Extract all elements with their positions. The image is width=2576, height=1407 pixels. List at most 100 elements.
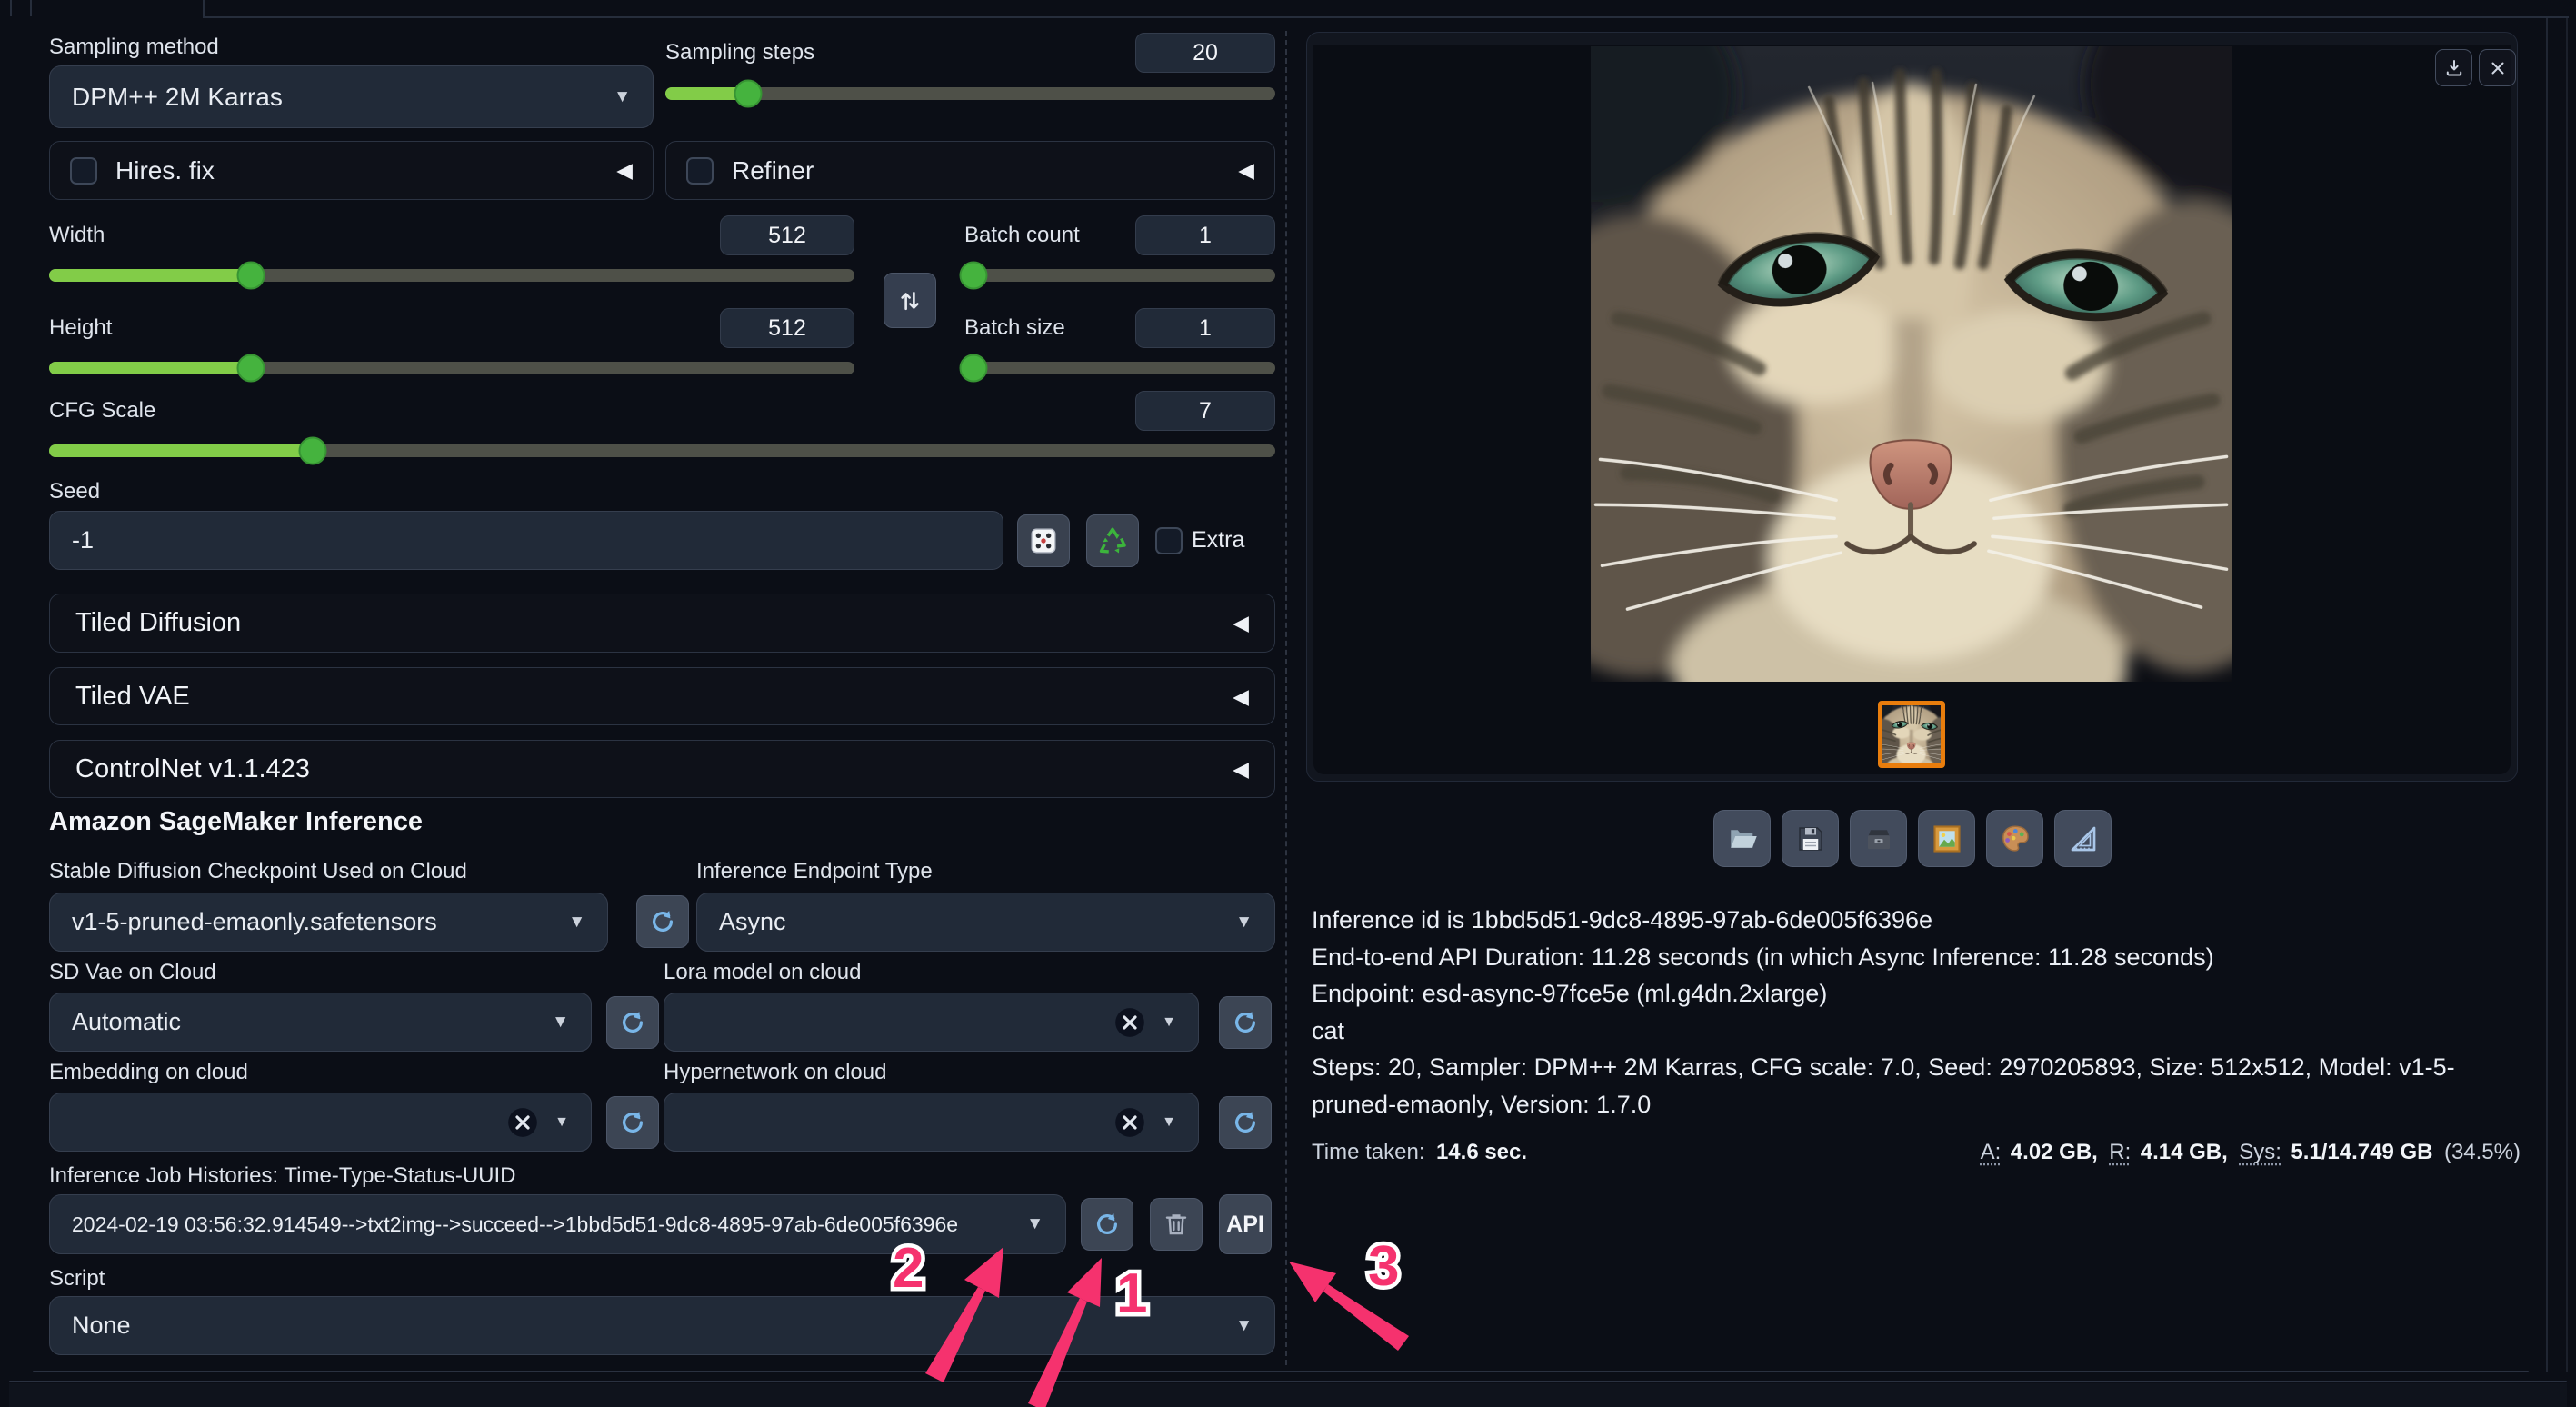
accordion-collapse-icon[interactable]: ◀ [1233,611,1249,635]
mem-sys-label: Sys: [2239,1140,2281,1164]
refresh-lora-button[interactable] [1219,996,1272,1049]
width-slider[interactable] [49,269,854,282]
left-panel-bottom-border [33,1371,2529,1372]
right-column-edge [2546,18,2548,1372]
batch-count-slider[interactable] [964,269,1275,282]
height-input[interactable]: 512 [720,308,854,348]
refresh-sd-vae-button[interactable] [606,996,659,1049]
refresh-hypernetwork-button[interactable] [1219,1096,1272,1149]
height-slider-handle[interactable] [236,354,265,383]
batch-size-input[interactable]: 1 [1135,308,1275,348]
script-dropdown[interactable]: None ▼ [49,1296,1275,1355]
save-zip-button[interactable] [1850,810,1907,867]
tab-bar-underline [203,16,2569,18]
controlnet-accordion[interactable]: ControlNet v1.1.423 ◀ [49,740,1275,798]
height-slider[interactable] [49,362,854,374]
refiner-checkbox[interactable] [686,157,714,185]
cfg-scale-slider[interactable] [49,444,1275,457]
delete-job-button[interactable] [1150,1198,1203,1251]
seed-input[interactable]: -1 [49,511,1003,570]
open-folder-button[interactable] [1713,810,1771,867]
width-input[interactable]: 512 [720,215,854,255]
swap-vertical-icon [896,287,924,314]
page-scrollbar[interactable] [2566,18,2568,1372]
batch-size-slider-handle[interactable] [960,354,988,383]
tiled-diffusion-accordion[interactable]: Tiled Diffusion ◀ [49,594,1275,653]
performance-row: Time taken: 14.6 sec. A: 4.02 GB, R: 4.1… [1312,1140,2521,1165]
thumbnail-image [1882,705,1941,763]
selected-tab-edge-left [30,0,32,16]
batch-size-slider[interactable] [964,362,1275,374]
extra-seed-checkbox[interactable] [1155,527,1183,554]
hires-fix-accordion[interactable]: Hires. fix ◀ [49,141,654,200]
refresh-icon [649,908,676,935]
generation-params-line: Steps: 20, Sampler: DPM++ 2M Karras, CFG… [1312,1049,2530,1123]
sampling-steps-slider[interactable] [665,87,1275,100]
sampling-steps-label: Sampling steps [665,40,814,65]
send-to-inpaint-button[interactable] [1986,810,2043,867]
save-image-button[interactable] [1782,810,1839,867]
accordion-collapse-icon[interactable]: ◀ [616,158,633,183]
hires-fix-checkbox[interactable] [70,157,97,185]
clear-selection-icon[interactable] [1113,1005,1147,1040]
hypernetwork-dropdown[interactable]: ▼ [664,1093,1199,1152]
embedding-dropdown[interactable]: ▼ [49,1093,592,1152]
cloud-checkpoint-dropdown[interactable]: v1-5-pruned-emaonly.safetensors ▼ [49,893,608,952]
close-icon [2487,57,2509,79]
sampling-steps-input[interactable]: 20 [1135,33,1275,73]
api-duration-line: End-to-end API Duration: 11.28 seconds (… [1312,939,2530,976]
job-histories-dropdown[interactable]: 2024-02-19 03:56:32.914549-->txt2img-->s… [49,1194,1066,1254]
footer-strip [9,1383,2567,1407]
generated-image[interactable] [1591,46,2232,682]
accordion-collapse-icon[interactable]: ◀ [1238,158,1254,183]
send-to-extras-button[interactable] [2054,810,2112,867]
api-button[interactable]: API [1219,1194,1272,1254]
refresh-embedding-button[interactable] [606,1096,659,1149]
batch-count-input[interactable]: 1 [1135,215,1275,255]
clear-selection-icon[interactable] [505,1105,540,1140]
reuse-seed-button[interactable] [1086,514,1139,567]
sampling-method-value: DPM++ 2M Karras [72,83,283,112]
random-seed-button[interactable] [1017,514,1070,567]
width-slider-handle[interactable] [236,262,265,290]
job-histories-label: Inference Job Histories: Time-Type-Statu… [49,1163,516,1189]
clear-selection-icon[interactable] [1113,1105,1147,1140]
close-preview-button[interactable] [2479,49,2516,86]
outer-container-bottom-border [9,1381,2567,1382]
mem-reserved-label: R: [2109,1140,2131,1164]
seed-label: Seed [49,479,100,504]
refresh-job-histories-button[interactable] [1081,1198,1133,1251]
lora-dropdown[interactable]: ▼ [664,993,1199,1052]
cfg-scale-slider-handle[interactable] [299,437,327,465]
dice-icon [1028,525,1059,556]
endpoint-type-dropdown[interactable]: Async ▼ [696,893,1275,952]
tiled-vae-accordion[interactable]: Tiled VAE ◀ [49,667,1275,725]
refresh-checkpoint-button[interactable] [636,895,689,948]
accordion-collapse-icon[interactable]: ◀ [1233,757,1249,782]
sampling-method-dropdown[interactable]: DPM++ 2M Karras ▼ [49,65,654,128]
cfg-scale-input[interactable]: 7 [1135,391,1275,431]
time-taken-value: 14.6 sec. [1436,1140,1527,1164]
gallery-thumbnail-selected[interactable] [1878,701,1945,768]
sampling-steps-slider-handle[interactable] [734,80,762,108]
inference-info: Inference id is 1bbd5d51-9dc8-4895-97ab-… [1312,902,2530,1123]
mem-sys-percent: (34.5%) [2444,1140,2521,1164]
tiled-vae-label: Tiled VAE [75,682,190,712]
endpoint-line: Endpoint: esd-async-97fce5e (ml.g4dn.2xl… [1312,975,2530,1013]
folder-icon [1726,823,1759,855]
mem-reserved-value: 4.14 GB, [2141,1140,2228,1164]
accordion-collapse-icon[interactable]: ◀ [1233,684,1249,709]
chevron-down-icon: ▼ [568,913,585,933]
trash-icon [1162,1210,1191,1239]
refiner-accordion[interactable]: Refiner ◀ [665,141,1275,200]
download-image-button[interactable] [2435,49,2472,86]
swap-dimensions-button[interactable] [884,273,936,328]
cloud-checkpoint-label: Stable Diffusion Checkpoint Used on Clou… [49,859,467,884]
send-to-img2img-button[interactable] [1918,810,1975,867]
annotation-arrow-3-head [1289,1262,1336,1302]
sd-vae-dropdown[interactable]: Automatic ▼ [49,993,592,1052]
batch-count-slider-handle[interactable] [960,262,988,290]
chevron-down-icon: ▼ [1026,1214,1043,1234]
chevron-down-icon: ▼ [554,1114,569,1131]
lora-label: Lora model on cloud [664,960,861,985]
